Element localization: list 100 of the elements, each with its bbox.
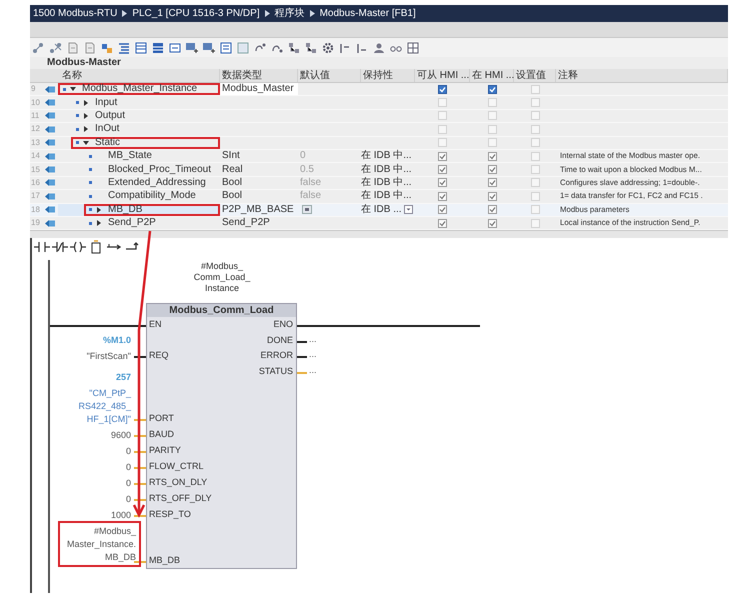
- table-icon[interactable]: [151, 40, 165, 54]
- block-title: Modbus_Comm_Load: [147, 304, 296, 318]
- actual-parameter: ...: [309, 350, 317, 360]
- wire: [297, 356, 307, 358]
- column-header[interactable]: 注释: [556, 69, 728, 82]
- column-header[interactable]: 保持性: [361, 69, 415, 82]
- pin-label: PORT: [149, 414, 174, 424]
- breadcrumb-item[interactable]: PLC_1 [CPU 1516-3 PN/DP]: [132, 6, 260, 21]
- expand-toggle-icon[interactable]: [96, 220, 102, 226]
- pin-label: RESP_TO: [149, 510, 191, 520]
- column-header[interactable]: 可从 HMI ...: [415, 69, 470, 82]
- wire: [134, 467, 146, 470]
- data-type: Send_P2P: [222, 218, 270, 228]
- expand-toggle-icon[interactable]: [96, 206, 102, 213]
- row-number: 12: [30, 125, 41, 134]
- member-name: InOut: [95, 124, 120, 134]
- gear-icon[interactable]: [321, 40, 335, 54]
- actual-parameter: 0: [124, 445, 131, 458]
- column-header[interactable]: 设置值: [514, 69, 556, 82]
- actual-parameter: "CM_PtP_ RS422_485_ HF_1[CM]": [77, 387, 131, 426]
- pin-label: ENO: [272, 320, 293, 330]
- row-number: 9: [30, 85, 36, 94]
- interface-icon: [45, 166, 55, 174]
- row-number: 14: [30, 152, 41, 160]
- default-value: false: [300, 191, 322, 202]
- coil-icon[interactable]: [70, 240, 86, 254]
- breadcrumb-item[interactable]: 程序块: [274, 6, 305, 21]
- pin-label: FLOW_CTRL: [149, 462, 204, 472]
- pin-label: REQ: [149, 351, 169, 360]
- collapse-toggle-icon[interactable]: [70, 86, 76, 92]
- member-icon: [76, 101, 79, 104]
- block-title: Modbus-Master: [47, 58, 121, 68]
- person-icon[interactable]: [372, 40, 386, 54]
- pin-label: EN: [149, 320, 162, 330]
- member-icon: [89, 208, 92, 212]
- wire: [134, 499, 146, 502]
- pin-label: DONE: [266, 336, 293, 346]
- data-type: Real: [222, 164, 243, 175]
- normally-closed-contact-icon[interactable]: [52, 240, 68, 254]
- row-number: 10: [30, 98, 41, 107]
- row-number: 15: [30, 166, 41, 174]
- grid-icon[interactable]: [406, 40, 420, 54]
- data-type: Bool: [222, 191, 242, 202]
- data-type: P2P_MB_BASE: [222, 204, 294, 215]
- browse-button[interactable]: [302, 205, 312, 214]
- checkbox[interactable]: [438, 84, 447, 94]
- member-icon: [76, 141, 79, 144]
- row-number: 16: [30, 178, 41, 187]
- retain-value: 在 IDB 中...: [361, 191, 412, 202]
- member-icon: [63, 88, 66, 91]
- expand-toggle-icon[interactable]: [83, 112, 89, 119]
- column-header[interactable]: 数据类型: [220, 69, 298, 82]
- column-header[interactable]: 默认值: [298, 69, 361, 82]
- network-icon[interactable]: [287, 40, 301, 54]
- actual-parameter: ...: [309, 366, 317, 376]
- window-icon[interactable]: [168, 40, 182, 54]
- wire: [297, 341, 307, 344]
- default-value: 0: [300, 151, 306, 162]
- breadcrumb-item[interactable]: Modbus-Master [FB1]: [320, 6, 416, 21]
- pin-label: PARITY: [149, 446, 181, 456]
- default-value: false: [300, 178, 322, 188]
- node-icon[interactable]: [32, 40, 46, 54]
- data-type: Modbus_Master: [222, 84, 294, 94]
- expand-toggle-icon[interactable]: [83, 100, 89, 106]
- pin-label: STATUS: [258, 367, 293, 376]
- column-header[interactable]: 在 HMI ...: [470, 69, 514, 82]
- actual-parameter: 0: [124, 493, 131, 506]
- expand-toggle-icon[interactable]: [83, 126, 89, 132]
- member-icon: [89, 181, 92, 184]
- member-name: Extended_Addressing: [108, 178, 206, 188]
- list-icon[interactable]: [117, 40, 131, 54]
- actual-parameter: ...: [309, 335, 317, 344]
- member-icon: [76, 114, 79, 118]
- member-icon: [89, 168, 92, 172]
- breadcrumb-item[interactable]: 1500 Modbus-RTU: [33, 6, 118, 21]
- wire: [134, 483, 146, 486]
- dropdown-button[interactable]: [404, 205, 413, 214]
- retain-value: 在 IDB 中...: [361, 151, 412, 162]
- actual-parameter: 0: [124, 477, 131, 490]
- column-header[interactable]: 名称: [58, 69, 220, 82]
- retain-value: 在 IDB 中...: [361, 178, 412, 188]
- row-number: 18: [30, 206, 41, 214]
- document-icon[interactable]: [83, 40, 97, 54]
- parameter-address: 257: [114, 373, 131, 382]
- collapse-toggle-icon[interactable]: [83, 140, 89, 146]
- normally-open-contact-icon[interactable]: [34, 240, 50, 254]
- member-icon: [89, 222, 92, 225]
- table-icon[interactable]: [134, 40, 148, 54]
- member-name: MB_State: [108, 151, 152, 162]
- checkbox[interactable]: [488, 84, 496, 94]
- member-name: Compatibility_Mode: [108, 191, 196, 202]
- document-icon[interactable]: [66, 40, 80, 54]
- node-icon[interactable]: [49, 40, 63, 54]
- actual-parameter: 0: [124, 461, 131, 474]
- network-icon[interactable]: [304, 40, 318, 54]
- wire: [134, 451, 146, 454]
- pin-label: BAUD: [149, 430, 174, 440]
- member-name: Static: [95, 138, 120, 148]
- actual-parameter: 1000: [110, 509, 131, 522]
- list-icon[interactable]: [219, 40, 233, 54]
